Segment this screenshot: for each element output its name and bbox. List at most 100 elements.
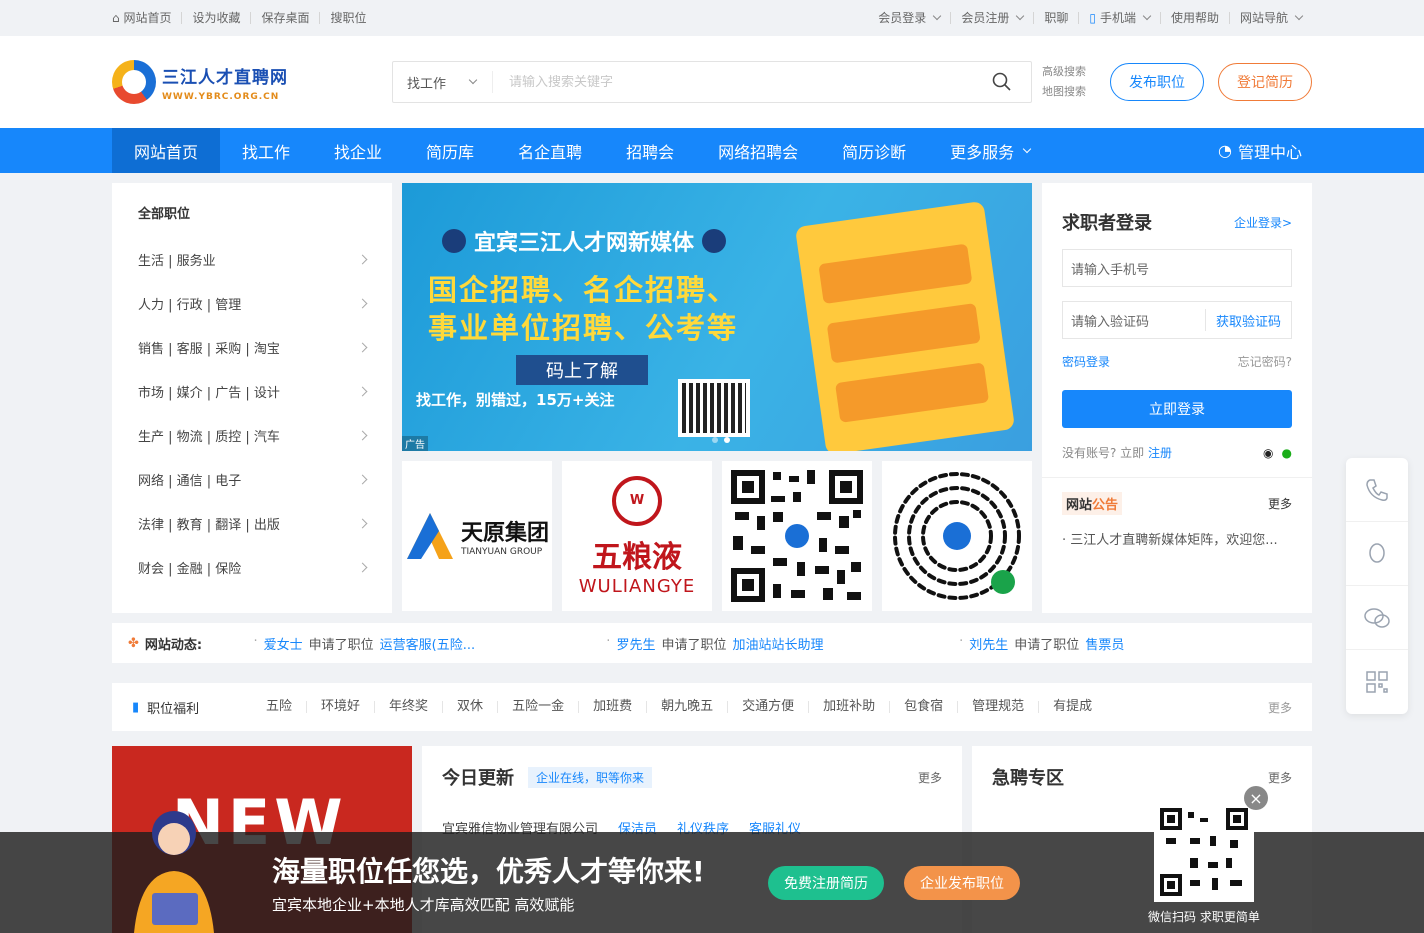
welfare-tag[interactable]: 五险	[252, 700, 306, 713]
search-icon	[992, 72, 1011, 91]
post-job-button[interactable]: 发布职位	[1110, 63, 1204, 101]
save-desktop-link[interactable]: 保存桌面	[250, 12, 319, 24]
advanced-search-link[interactable]: 高级搜索	[1042, 62, 1086, 82]
today-more-link[interactable]: 更多	[918, 769, 942, 786]
category-item[interactable]: 人力 | 行政 | 管理	[138, 281, 368, 325]
qq-icon[interactable]: ◉	[1263, 446, 1273, 460]
category-item[interactable]: 市场 | 媒介 | 广告 | 设计	[138, 369, 368, 413]
search-type-select[interactable]: 找工作	[393, 71, 493, 93]
search-jobs-link[interactable]: 搜职位	[319, 12, 376, 24]
welfare-tag[interactable]: 交通方便	[727, 700, 808, 713]
nav-resume-diagnosis[interactable]: 简历诊断	[820, 128, 928, 173]
phone-icon: ▯	[1089, 11, 1096, 25]
nav-job-fair[interactable]: 招聘会	[604, 128, 696, 173]
password-login-link[interactable]: 密码登录	[1062, 353, 1110, 370]
nav-more-services[interactable]: 更多服务	[928, 128, 1052, 173]
register-resume-free-button[interactable]: 免费注册简历	[768, 866, 884, 900]
forgot-password-link[interactable]: 忘记密码?	[1238, 353, 1292, 370]
welfare-tag[interactable]: 环境好	[306, 700, 374, 713]
category-item[interactable]: 生产 | 物流 | 质控 | 汽车	[138, 413, 368, 457]
chevron-down-icon	[1022, 144, 1032, 153]
qr-code-icon[interactable]	[1346, 650, 1408, 714]
today-title: 今日更新	[442, 768, 514, 789]
company-logo-wuliangye[interactable]: W 五粮液 WULIANGYE	[562, 461, 712, 611]
welfare-more-link[interactable]: 更多	[1268, 699, 1292, 716]
code-field[interactable]: 请输入验证码 获取验证码	[1062, 301, 1292, 339]
member-login-link[interactable]: 会员登录	[868, 11, 950, 24]
welfare-tag[interactable]: 管理规范	[957, 700, 1038, 713]
wechat-icon[interactable]: ●	[1282, 446, 1292, 460]
welfare-tag[interactable]: 双休	[442, 700, 497, 713]
search-button[interactable]	[973, 72, 1031, 92]
site-notice: 网站公告 更多 · 三江人才直聘新媒体矩阵，欢迎您...	[1042, 477, 1312, 562]
wuliangye-seal-icon: W	[612, 475, 662, 526]
category-item[interactable]: 法律 | 教育 | 翻译 | 出版	[138, 501, 368, 545]
category-item[interactable]: 网络 | 通信 | 电子	[138, 457, 368, 501]
welfare-tag[interactable]: 加班费	[578, 700, 646, 713]
welfare-tag[interactable]: 年终奖	[374, 700, 442, 713]
wechat-icon[interactable]	[1346, 586, 1408, 650]
site-logo[interactable]: 三江人才直聘网 WWW.YBRC.ORG.CN	[112, 60, 392, 104]
category-item[interactable]: 财会 | 金融 | 保险	[138, 545, 368, 589]
management-center-link[interactable]: ◔ 管理中心	[1218, 139, 1312, 163]
chevron-right-icon	[357, 342, 368, 352]
welfare-tag[interactable]: 五险一金	[497, 700, 578, 713]
chevron-right-icon	[357, 562, 368, 572]
nav-find-company[interactable]: 找企业	[312, 128, 404, 173]
company-logo-tianyuan[interactable]: 天原集团 TIANYUAN GROUP	[402, 461, 552, 611]
overlay-title: 海量职位任您选，优秀人才等你来!	[272, 855, 705, 888]
carousel-dots[interactable]	[712, 437, 730, 443]
nav-famous-company[interactable]: 名企直聘	[496, 128, 604, 173]
get-code-button[interactable]: 获取验证码	[1204, 309, 1291, 331]
site-nav-link[interactable]: 网站导航	[1228, 11, 1312, 24]
chat-link[interactable]: 职聊	[1033, 12, 1078, 24]
notice-text[interactable]: · 三江人才直聘新媒体矩阵，欢迎您...	[1062, 529, 1292, 548]
nav-find-job[interactable]: 找工作	[220, 128, 312, 173]
site-dynamics: ✤ 网站动态: · 爱女士 申请了职位 运营客服(五险... · 罗先生 申请了职位 加油站站…	[112, 623, 1312, 663]
welfare-tag[interactable]: 加班补助	[808, 700, 889, 713]
mini-program-code[interactable]	[882, 461, 1032, 611]
company-post-job-button[interactable]: 企业发布职位	[904, 866, 1020, 900]
qr-code-wechat[interactable]	[722, 461, 872, 611]
favorite-link[interactable]: 设为收藏	[181, 12, 250, 24]
notice-tag: 网站公告	[1062, 492, 1123, 515]
tianyuan-logo-icon	[406, 513, 453, 559]
overlay-subtitle: 宜宾本地企业+本地人才库高效匹配 高效赋能	[272, 896, 575, 914]
mobile-link[interactable]: ▯ 手机端	[1078, 11, 1160, 25]
member-register-link[interactable]: 会员注册	[950, 11, 1033, 24]
register-resume-button[interactable]: 登记简历	[1218, 63, 1312, 101]
welfare-tag[interactable]: 朝九晚五	[646, 700, 727, 713]
dynamic-item[interactable]: · 爱女士 申请了职位 运营客服(五险...	[253, 634, 606, 653]
qr-code-icon	[678, 379, 750, 437]
notice-more-link[interactable]: 更多	[1268, 495, 1292, 512]
register-link[interactable]: 注册	[1148, 446, 1172, 460]
top-bar: ⌂ 网站首页 设为收藏 保存桌面 搜职位 会员登录 会员注册 职聊 ▯ 手机端 使…	[0, 0, 1424, 36]
search-input[interactable]	[493, 74, 973, 90]
category-item[interactable]: 销售 | 客服 | 采购 | 淘宝	[138, 325, 368, 369]
map-search-link[interactable]: 地图搜索	[1042, 82, 1086, 102]
chevron-right-icon	[357, 430, 368, 440]
phone-icon[interactable]	[1346, 458, 1408, 522]
welfare-tag[interactable]: 有提成	[1038, 700, 1106, 713]
nav-resume-bank[interactable]: 简历库	[404, 128, 496, 173]
help-link[interactable]: 使用帮助	[1159, 12, 1229, 24]
phone-field[interactable]: 请输入手机号	[1062, 249, 1292, 287]
nav-home[interactable]: 网站首页	[112, 128, 221, 173]
qr-code-icon	[727, 466, 867, 606]
banner-carousel[interactable]: 宜宾三江人才网新媒体 国企招聘、名企招聘、 事业单位招聘、公考等 码上了解 找工…	[402, 183, 1032, 451]
dynamic-item[interactable]: · 罗先生 申请了职位 加油站站长助理	[606, 634, 959, 653]
dynamic-item[interactable]: · 刘先生 申请了职位 售票员	[959, 634, 1312, 653]
urgent-more-link[interactable]: 更多	[1268, 769, 1292, 786]
nav-online-fair[interactable]: 网络招聘会	[696, 128, 820, 173]
qq-icon[interactable]	[1346, 522, 1408, 586]
close-icon[interactable]: ×	[1244, 786, 1268, 810]
category-item[interactable]: 生活 | 服务业	[138, 237, 368, 281]
mini-program-icon	[893, 472, 1021, 600]
banner-line-1: 国企招聘、名企招聘、	[428, 273, 739, 307]
home-link[interactable]: ⌂ 网站首页	[112, 12, 181, 24]
chevron-down-icon	[1294, 11, 1304, 21]
pinwheel-icon: ✤	[128, 635, 139, 651]
company-login-link[interactable]: 企业登录>	[1234, 214, 1292, 231]
login-button[interactable]: 立即登录	[1062, 390, 1292, 428]
welfare-tag[interactable]: 包食宿	[889, 700, 957, 713]
